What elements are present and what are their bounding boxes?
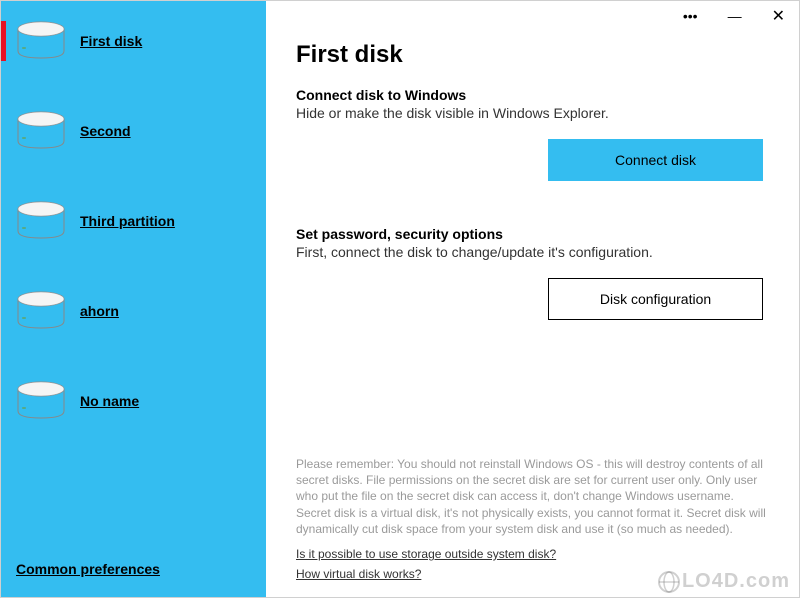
security-section-desc: First, connect the disk to change/update…: [296, 244, 769, 260]
connect-button-row: Connect disk: [296, 139, 769, 181]
sidebar: First disk Second Third partition ahorn …: [1, 1, 266, 597]
more-button[interactable]: •••: [683, 8, 698, 24]
titlebar: ••• — ✕: [266, 1, 799, 31]
connect-section-desc: Hide or make the disk visible in Windows…: [296, 105, 769, 121]
sidebar-item-first-disk[interactable]: First disk: [1, 11, 266, 71]
config-button-row: Disk configuration: [296, 278, 769, 320]
sidebar-item-label: Third partition: [80, 213, 175, 229]
reminder-note: Please remember: You should not reinstal…: [296, 456, 769, 537]
sidebar-list: First disk Second Third partition ahorn …: [1, 1, 266, 543]
minimize-button[interactable]: —: [728, 8, 742, 24]
watermark: LO4D.com: [658, 570, 790, 593]
security-section-title: Set password, security options: [296, 226, 769, 242]
sidebar-item-label: No name: [80, 393, 139, 409]
disk-icon: [16, 201, 66, 241]
common-preferences-link[interactable]: Common preferences: [16, 561, 160, 577]
close-button[interactable]: ✕: [772, 6, 785, 26]
sidebar-bottom: Common preferences: [1, 543, 266, 597]
disk-icon: [16, 111, 66, 151]
disk-icon: [16, 381, 66, 421]
globe-icon: [658, 571, 680, 593]
page-title: First disk: [296, 41, 769, 69]
disk-configuration-button[interactable]: Disk configuration: [548, 278, 763, 320]
sidebar-item-second[interactable]: Second: [1, 101, 266, 161]
sidebar-item-label: Second: [80, 123, 131, 139]
faq-storage-link[interactable]: Is it possible to use storage outside sy…: [296, 547, 769, 561]
sidebar-item-third-partition[interactable]: Third partition: [1, 191, 266, 251]
sidebar-item-label: First disk: [80, 33, 142, 49]
disk-icon: [16, 21, 66, 61]
disk-icon: [16, 291, 66, 331]
content: First disk Connect disk to Windows Hide …: [266, 31, 799, 597]
spacer: [296, 365, 769, 456]
app-window: First disk Second Third partition ahorn …: [0, 0, 800, 598]
main-pane: ••• — ✕ First disk Connect disk to Windo…: [266, 1, 799, 597]
sidebar-item-ahorn[interactable]: ahorn: [1, 281, 266, 341]
watermark-text: LO4D.com: [682, 570, 790, 592]
connect-section-title: Connect disk to Windows: [296, 87, 769, 103]
sidebar-item-label: ahorn: [80, 303, 119, 319]
sidebar-item-no-name[interactable]: No name: [1, 371, 266, 431]
connect-disk-button[interactable]: Connect disk: [548, 139, 763, 181]
